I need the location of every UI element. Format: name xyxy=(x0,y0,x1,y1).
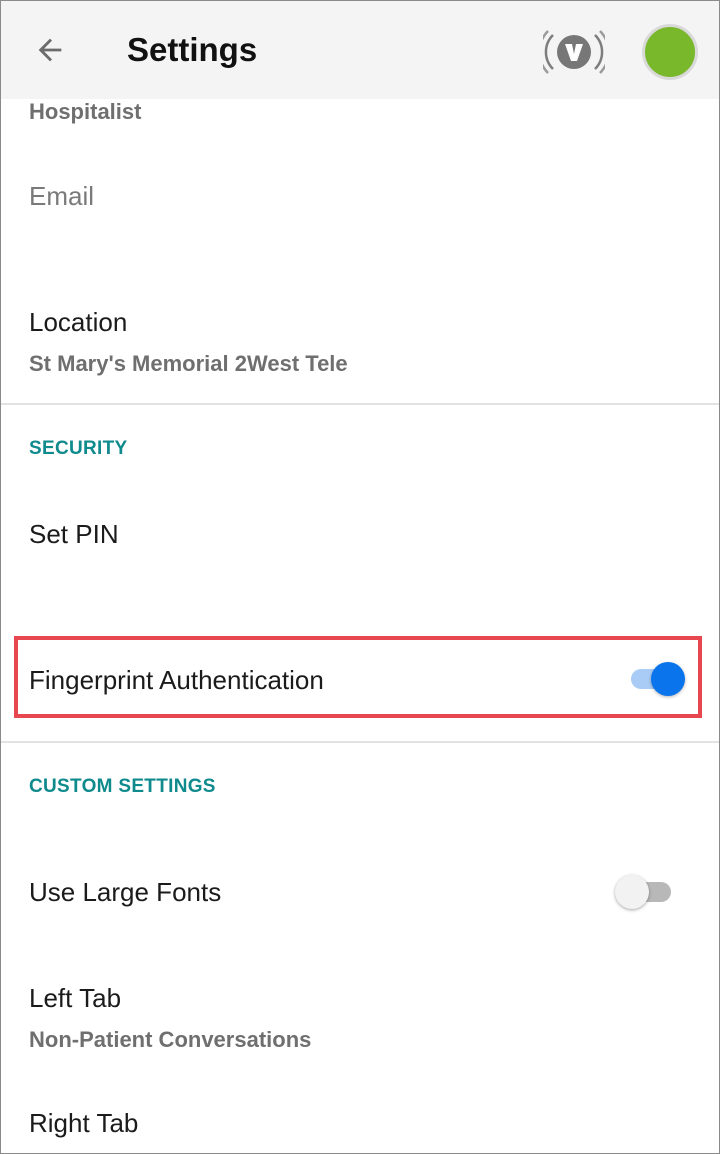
section-divider xyxy=(1,403,719,405)
location-label: Location xyxy=(29,307,128,337)
security-section-header: SECURITY xyxy=(29,438,128,459)
large-fonts-row[interactable]: Use Large Fonts xyxy=(1,859,719,925)
right-tab-label: Right Tab xyxy=(29,1108,139,1138)
arrow-left-icon xyxy=(38,38,62,62)
location-row[interactable]: Location St Mary's Memorial 2West Tele xyxy=(1,291,719,391)
vocera-badge-button[interactable] xyxy=(538,21,610,83)
toggle-thumb xyxy=(615,875,649,909)
section-divider xyxy=(1,741,719,743)
highlight-box xyxy=(14,636,702,718)
presence-status-button[interactable] xyxy=(642,24,698,80)
set-pin-label: Set PIN xyxy=(29,519,119,549)
custom-settings-section-header: CUSTOM SETTINGS xyxy=(29,776,216,797)
right-tab-row[interactable]: Right Tab xyxy=(1,1091,719,1153)
location-value: St Mary's Memorial 2West Tele xyxy=(29,351,348,376)
large-fonts-toggle[interactable] xyxy=(615,873,675,911)
settings-screen: Settings Hospitalist Email Location St M… xyxy=(0,0,720,1154)
large-fonts-label: Use Large Fonts xyxy=(29,877,222,907)
left-tab-row[interactable]: Left Tab Non-Patient Conversations xyxy=(1,966,719,1066)
left-tab-label: Left Tab xyxy=(29,983,122,1013)
page-title: Settings xyxy=(127,31,258,68)
set-pin-row[interactable]: Set PIN xyxy=(1,501,719,571)
vocera-badge-icon xyxy=(538,30,610,74)
left-tab-value: Non-Patient Conversations xyxy=(29,1027,312,1052)
email-row[interactable]: Email xyxy=(1,161,719,241)
back-button[interactable] xyxy=(31,31,69,69)
app-bar: Settings xyxy=(1,1,719,99)
email-label: Email xyxy=(29,181,95,211)
role-text: Hospitalist xyxy=(29,99,142,124)
